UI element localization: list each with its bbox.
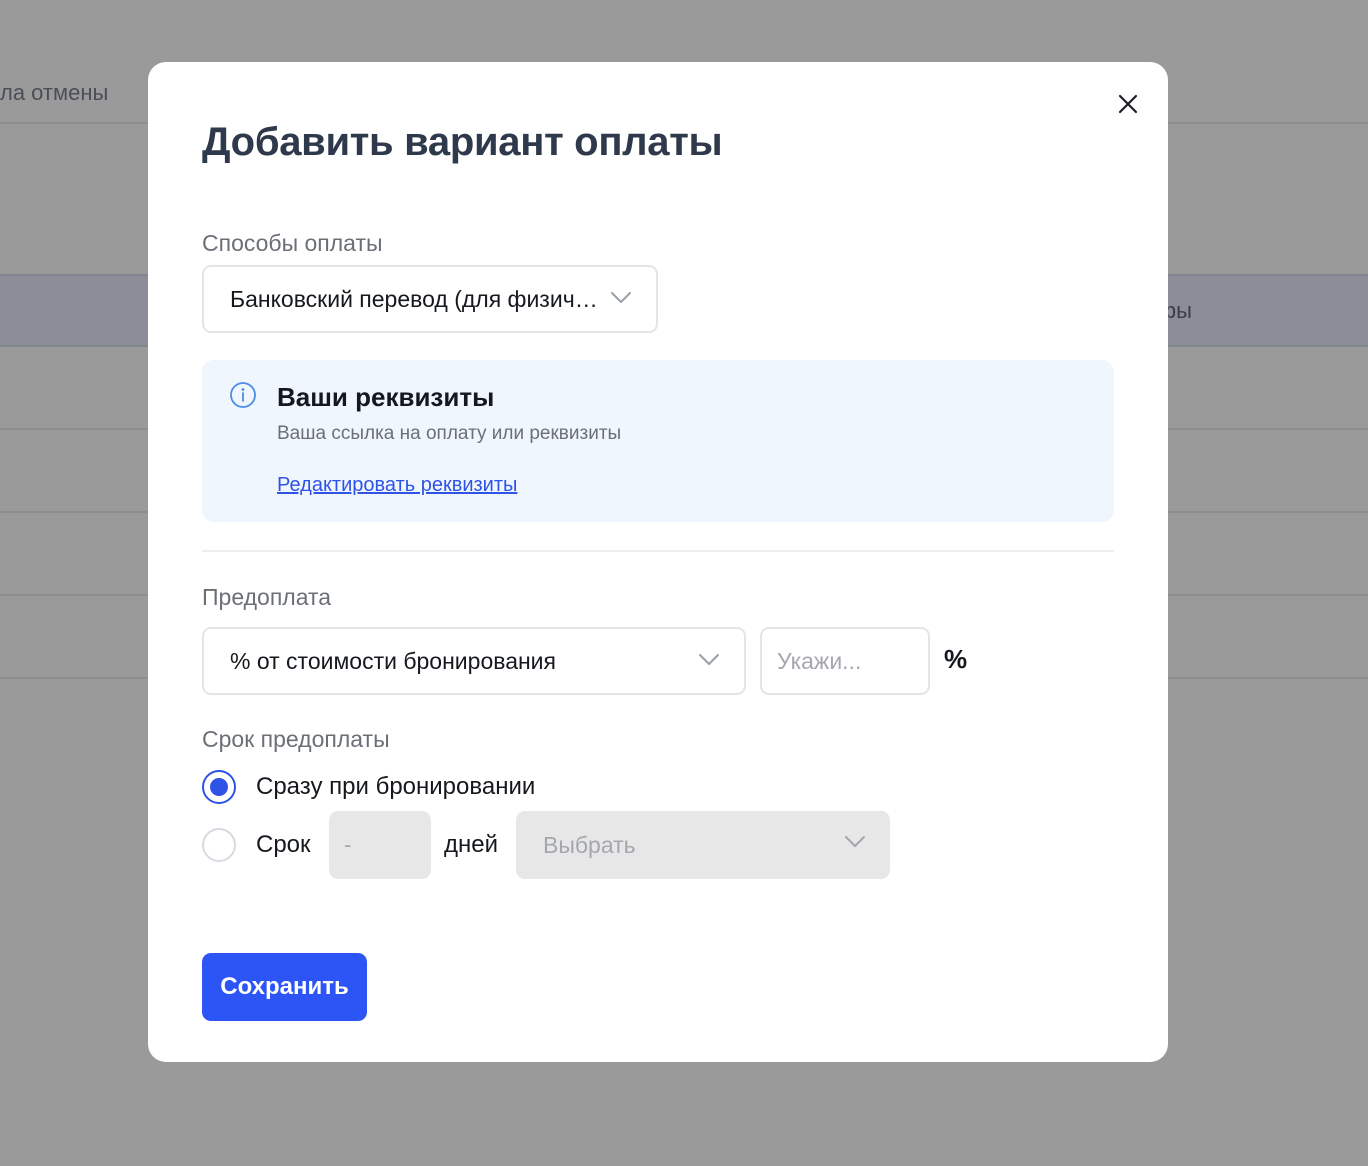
requisites-subtitle: Ваша ссылка на оплату или реквизиты	[277, 423, 622, 444]
term-when-select[interactable]: Выбрать	[516, 811, 890, 879]
requisites-title: Ваши реквизиты	[277, 382, 495, 412]
close-button[interactable]	[1112, 90, 1144, 118]
days-label: дней	[444, 831, 499, 858]
payment-methods-label: Способы оплаты	[202, 230, 383, 256]
prepayment-term-label: Срок предоплаты	[202, 726, 390, 752]
close-icon	[1118, 94, 1138, 114]
term-when-placeholder: Выбрать	[543, 831, 636, 858]
payment-method-select[interactable]: Банковский перевод (для физических лиц)	[202, 265, 658, 333]
prepayment-amount-input[interactable]	[760, 627, 930, 695]
radio-immediate-label[interactable]: Сразу при бронировании	[256, 773, 535, 801]
info-icon	[230, 382, 256, 408]
modal-title: Добавить вариант оплаты	[202, 120, 723, 164]
prepayment-type-select[interactable]: % от стоимости бронирования	[202, 627, 746, 695]
prepayment-type-value: % от стоимости бронирования	[230, 647, 556, 674]
chevron-down-icon	[845, 836, 865, 847]
chevron-down-icon	[611, 292, 631, 303]
term-days-input[interactable]	[329, 811, 431, 879]
requisites-info-box: Ваши реквизиты Ваша ссылка на оплату или…	[202, 360, 1114, 522]
background-column-header: ла отмены	[0, 80, 109, 105]
prepayment-label: Предоплата	[202, 584, 332, 610]
section-divider	[202, 550, 1114, 552]
payment-method-value: Банковский перевод (для физических лиц)	[230, 285, 602, 312]
chevron-down-icon	[699, 654, 719, 665]
add-payment-option-modal: Добавить вариант оплаты Способы оплаты Б…	[148, 62, 1168, 1062]
percent-unit: %	[944, 644, 968, 674]
save-button[interactable]: Сохранить	[202, 953, 367, 1021]
radio-term-label[interactable]: Срок	[256, 831, 311, 859]
edit-requisites-link[interactable]: Редактировать реквизиты	[277, 474, 517, 497]
radio-immediate[interactable]	[202, 770, 236, 804]
radio-term[interactable]	[202, 828, 236, 862]
